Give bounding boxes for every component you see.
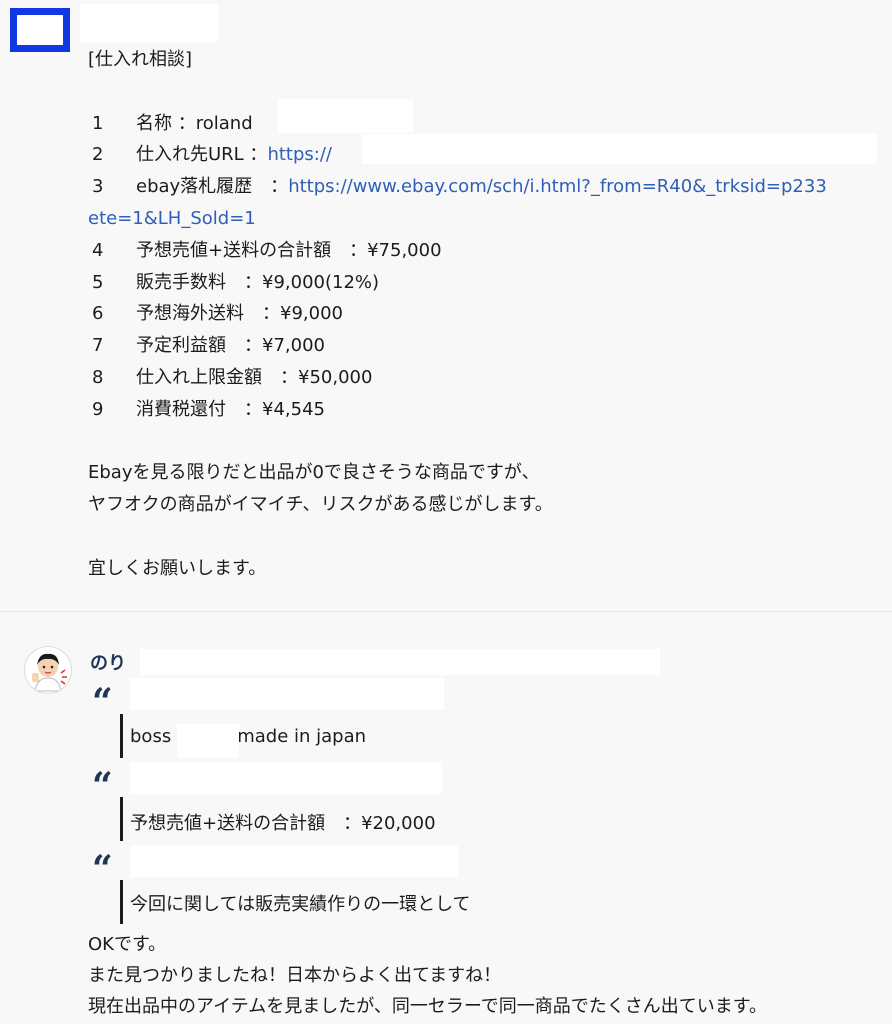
item-label: 予想売値+送料の合計額 ： (136, 239, 368, 261)
item-label: 予想海外送料 ： (136, 303, 280, 325)
sender-name[interactable]: のり (90, 649, 126, 675)
redacted-quote-author (130, 845, 458, 877)
redacted-supplier-url (362, 134, 877, 164)
redacted-quote-author (130, 762, 442, 794)
item-label: 名称 ： (136, 112, 196, 134)
item-number: 6 (92, 303, 104, 325)
quote-bar (120, 797, 123, 841)
item-label: ebay落札履歴 ： (136, 176, 289, 198)
item-value: ¥75,000 (367, 239, 442, 261)
quote-icon: “ (92, 681, 113, 723)
item-number: 9 (92, 398, 104, 420)
item-value: roland (195, 112, 253, 134)
list-item-4: 4 予想売値+送料の合計額 ： ¥75,000 (88, 235, 827, 267)
item-label: 販売手数料 ： (136, 271, 262, 293)
item-label: 仕入れ上限金額 ： (136, 366, 298, 388)
list-item-5: 5 販売手数料 ： ¥9,000(12%) (88, 267, 827, 299)
body-line-2: ヤフオクの商品がイマイチ、リスクがある感じがします。 (88, 494, 553, 516)
redacted-model-mask (177, 724, 239, 758)
item-value: ¥7,000 (262, 335, 325, 357)
list-item-9: 9 消費税還付 ： ¥4,545 (88, 394, 827, 426)
reply-text: OKです。 また見つかりましたね！日本からよく出てますね！ 現在出品中のアイテム… (88, 929, 767, 1022)
item-value: ¥4,545 (262, 398, 325, 420)
redacted-product-name (278, 99, 413, 133)
item-label: 仕入れ先URL ： (136, 144, 268, 166)
item-value: ¥9,000(12%) (262, 271, 380, 293)
quote-icon: “ (92, 848, 113, 890)
body-line-1: Ebayを見る限りだと出品が0で良さそうな商品ですが、 (88, 462, 540, 484)
ebay-history-link-continuation[interactable]: ete=1&LH_Sold=1 (88, 203, 827, 235)
user-avatar[interactable] (24, 646, 72, 694)
quote-text-2: 予想売値+送料の合計額 ：¥20,000 (130, 813, 436, 834)
item-value: ¥50,000 (298, 366, 373, 388)
quote-text-part-b: made in japan (237, 726, 367, 747)
reply-line-2: また見つかりましたね！日本からよく出てますね！ (88, 965, 502, 986)
item-number: 8 (92, 366, 104, 388)
item-number: 3 (92, 176, 104, 198)
person-icon (32, 653, 67, 692)
quote-icon: “ (92, 765, 113, 807)
redacted-username (80, 4, 218, 42)
quote-bar (120, 714, 123, 758)
redacted-avatar[interactable] (10, 8, 70, 52)
item-number: 2 (92, 144, 104, 166)
supplier-url-link[interactable]: https:// (267, 139, 332, 171)
ebay-history-link[interactable]: https://www.ebay.com/sch/i.html?_from=R4… (288, 171, 827, 203)
item-number: 4 (92, 239, 104, 261)
reply-line-1: OKです。 (88, 934, 167, 955)
item-number: 1 (92, 112, 104, 134)
item-label: 消費税還付 ： (136, 398, 262, 420)
message-body-1: [仕入れ相談] 1 名称 ： roland 2 仕入れ先URL ： https:… (88, 44, 827, 585)
item-number: 7 (92, 335, 104, 357)
item-number: 5 (92, 271, 104, 293)
quote-text-part-a: boss (130, 726, 172, 747)
quote-text-1: boss made in japan (130, 726, 366, 747)
item-value: ¥9,000 (280, 303, 343, 325)
reply-line-3: 現在出品中のアイテムを見ましたが、同一セラーで同一商品でたくさん出ています。 (88, 996, 767, 1017)
redacted-sender-meta (140, 649, 660, 675)
quote-bar (120, 880, 123, 924)
list-item-3: 3 ebay落札履歴 ： https://www.ebay.com/sch/i.… (88, 171, 827, 203)
message-divider (0, 611, 892, 612)
list-item-7: 7 予定利益額 ： ¥7,000 (88, 330, 827, 362)
message-title: [仕入れ相談] (88, 49, 193, 70)
item-label: 予定利益額 ： (136, 335, 262, 357)
list-item-8: 8 仕入れ上限金額 ： ¥50,000 (88, 362, 827, 394)
quote-text-3: 今回に関しては販売実績作りの一環として (130, 894, 471, 915)
redacted-quote-author (130, 678, 444, 710)
closing-line: 宜しくお願いします。 (88, 557, 267, 579)
list-item-6: 6 予想海外送料 ： ¥9,000 (88, 298, 827, 330)
